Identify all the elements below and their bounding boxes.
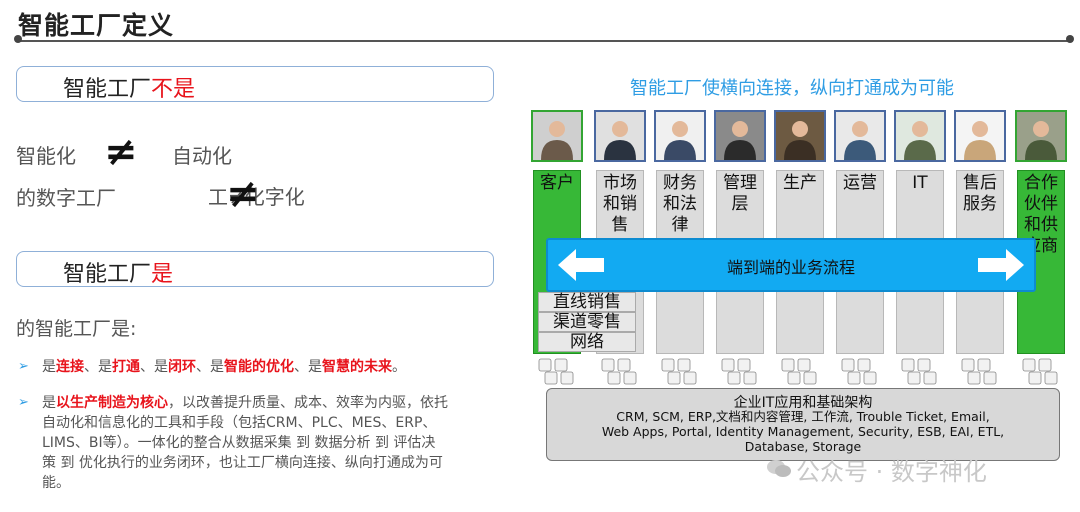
column-label-line: IT <box>912 173 928 193</box>
b1-p1: 连接 <box>56 359 84 375</box>
page-title: 智能工厂定义 <box>18 11 175 40</box>
section-is-highlight: 是 <box>151 262 174 287</box>
arrow-right-icon <box>978 249 1024 281</box>
column-label-line: 和供 <box>1024 215 1058 235</box>
b1-p6: 、是 <box>196 359 224 375</box>
column-label-line: 服务 <box>963 194 997 214</box>
person-photo-icon <box>834 110 886 162</box>
section-is-prefix: 智能工厂 <box>63 262 152 287</box>
column-label-line: 和法 <box>663 194 697 214</box>
database-icon <box>960 356 1002 390</box>
column-label-line: 生产 <box>783 173 817 193</box>
b2-line5: 能。 <box>42 475 70 491</box>
column-label-line: 合作 <box>1024 173 1058 193</box>
database-icon <box>780 356 822 390</box>
b1-p3: 打通 <box>112 359 140 375</box>
diagram-title: 智能工厂使横向连接，纵向打通成为可能 <box>630 78 954 99</box>
bullet-2: ➢ 是以生产制造为核心，以改善提升质量、成本、效率为内驱，依托 自动化和信息化的… <box>18 393 518 509</box>
b1-p4: 、是 <box>140 359 168 375</box>
column-label-line: 售后 <box>963 173 997 193</box>
database-icon <box>1021 356 1063 390</box>
channel-direct-sales: 直线销售 <box>538 292 636 312</box>
not-equal-sign-2: ≠ <box>226 171 260 217</box>
b2-highlight: 以生产制造为核心 <box>56 395 168 411</box>
person-photo-icon <box>654 110 706 162</box>
b2-lead: 是 <box>42 395 56 411</box>
column-label-line: 层 <box>731 194 749 214</box>
section-not-highlight: 不是 <box>151 77 196 102</box>
b2-line2: 自动化和信息化的工具和手段（包括CRM、PLC、MES、ERP、 <box>42 415 437 431</box>
column-label-line: 财务 <box>663 173 697 193</box>
column-label-line: 伙伴 <box>1024 194 1058 214</box>
column-label-line: 售 <box>611 215 629 235</box>
b1-p9: 智慧的未来 <box>322 359 392 375</box>
is-intro: 的智能工厂是: <box>16 318 137 340</box>
person-photo-icon <box>954 110 1006 162</box>
database-icon <box>840 356 882 390</box>
column-label: 售后 服务 <box>957 173 1003 215</box>
column-label-line: 运营 <box>843 173 877 193</box>
column-label: 财务 和法律 <box>657 173 703 236</box>
column-label: 管理层 <box>717 173 763 215</box>
wechat-icon <box>767 460 791 477</box>
b2-line4: 策 到 优化执行的业务闭环，也让工厂横向连接、纵向打通成为可 <box>42 455 443 471</box>
divider-dot-right <box>1066 35 1074 43</box>
column-label: IT <box>897 173 943 194</box>
section-not-prefix: 智能工厂 <box>63 77 152 102</box>
bullet-arrow-icon: ➢ <box>18 395 29 410</box>
not-row2-left: 的数字工厂 <box>16 186 116 210</box>
b1-p8: 、是 <box>294 359 322 375</box>
b2-line1: ，以改善提升质量、成本、效率为内驱，依托 <box>168 395 448 411</box>
not-equal-sign-1: ≠ <box>104 129 138 175</box>
column-label: 生产 <box>777 173 823 194</box>
channel-retail: 渠道零售 <box>538 312 636 332</box>
database-icon <box>720 356 762 390</box>
column-label-line: 和销 <box>603 194 637 214</box>
person-photo-icon <box>714 110 766 162</box>
b1-p2: 、是 <box>84 359 112 375</box>
section-is-text: 智能工厂是 <box>63 256 173 288</box>
process-label: 端到端的业务流程 <box>726 258 855 277</box>
column-label-line: 客户 <box>540 173 574 193</box>
b1-p7: 智能的优化 <box>224 359 294 375</box>
end-to-end-process-bar: 端到端的业务流程 <box>546 238 1036 292</box>
title-divider <box>18 40 1070 42</box>
section-not-header: 智能工厂不是 <box>16 66 494 102</box>
column-label-line: 管理 <box>723 173 757 193</box>
person-photo-icon <box>594 110 646 162</box>
infra-description: CRM, SCM, ERP,文档和内容管理, 工作流, Trouble Tick… <box>597 409 1009 454</box>
channel-network: 网络 <box>538 332 636 352</box>
section-not-text: 智能工厂不是 <box>63 71 195 103</box>
database-icon <box>537 356 579 390</box>
infra-desc-line2: Web Apps, Portal, Identity Management, S… <box>601 424 1005 439</box>
bullet-1: ➢ 是连接、是打通、是闭环、是智能的优化、是智慧的未来。 <box>18 357 498 377</box>
it-infrastructure-box: 企业IT应用和基础架构 CRM, SCM, ERP,文档和内容管理, 工作流, … <box>546 388 1060 461</box>
column-label: 客户 <box>534 173 580 194</box>
column-label: 运营 <box>837 173 883 194</box>
b1-p10: 。 <box>392 359 406 375</box>
bullet-1-text: 是连接、是打通、是闭环、是智能的优化、是智慧的未来。 <box>42 357 406 377</box>
b1-p5: 闭环 <box>168 359 196 375</box>
divider-dot-left <box>14 35 22 43</box>
column-label: 市场 和销售 <box>597 173 643 236</box>
b1-p0: 是 <box>42 359 56 375</box>
column-label-line: 市场 <box>603 173 637 193</box>
person-photo-icon <box>774 110 826 162</box>
database-icon <box>600 356 642 390</box>
database-icon <box>900 356 942 390</box>
database-icon <box>660 356 702 390</box>
person-photo-icon <box>531 110 583 162</box>
bullet-arrow-icon: ➢ <box>18 359 29 374</box>
bullet-2-text: 是以生产制造为核心，以改善提升质量、成本、效率为内驱，依托 自动化和信息化的工具… <box>42 393 518 493</box>
watermark: 公众号 · 数字神化 <box>796 458 987 486</box>
person-photo-icon <box>894 110 946 162</box>
not-row1-right: 自动化 <box>172 144 232 168</box>
section-is-header: 智能工厂是 <box>16 251 494 287</box>
column-label-line: 律 <box>671 215 689 235</box>
person-photo-icon <box>1015 110 1067 162</box>
not-row1-left: 智能化 <box>16 144 76 168</box>
infra-desc-line1: CRM, SCM, ERP,文档和内容管理, 工作流, Trouble Tick… <box>616 409 990 424</box>
b2-line3: LIMS、BI等）。一体化的整合从数据采集 到 数据分析 到 评估决 <box>42 435 436 451</box>
